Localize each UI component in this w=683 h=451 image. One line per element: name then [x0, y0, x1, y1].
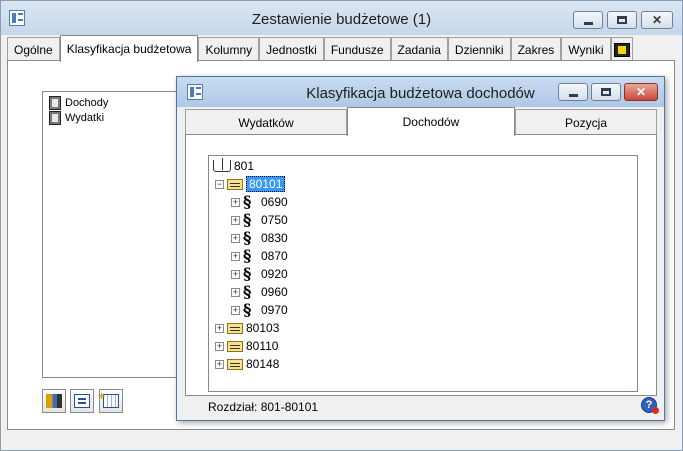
film-icon	[613, 42, 630, 57]
tab-dochodow[interactable]: Dochodów	[347, 107, 515, 136]
expand-icon[interactable]: +	[231, 287, 240, 297]
list-item-label: Dochody	[65, 97, 109, 109]
tab-pozycja[interactable]: Pozycja	[515, 109, 657, 135]
chapter-icon	[227, 358, 243, 370]
tab-wydatkow[interactable]: Wydatków	[185, 109, 347, 135]
chapter-icon	[227, 178, 243, 190]
chapter-icon	[227, 322, 243, 334]
tree-node-child[interactable]: + § 0750	[231, 211, 288, 229]
tree-node-child[interactable]: + § 0830	[231, 229, 288, 247]
book-icon	[49, 96, 61, 110]
list-item[interactable]: Dochody	[49, 95, 108, 111]
tab-ogolne[interactable]: Ogólne	[7, 37, 60, 61]
tree-node-sibling[interactable]: +80148	[215, 355, 279, 373]
tab-fundusze[interactable]: Fundusze	[323, 37, 391, 61]
tree-node-sibling[interactable]: +80103	[215, 319, 279, 337]
tree-node-child[interactable]: + § 0960	[231, 283, 288, 301]
dialog-minimize-button[interactable]	[558, 83, 588, 101]
paragraph-icon: §	[243, 246, 252, 265]
toolbar-button-3[interactable]	[98, 389, 123, 413]
tab-wyniki[interactable]: Wyniki	[561, 37, 611, 61]
expand-icon[interactable]: +	[231, 233, 240, 243]
tree-node-label: 0970	[261, 303, 288, 317]
tab-klasyfikacja-budzetowa[interactable]: Klasyfikacja budżetowa	[59, 35, 199, 62]
expand-icon[interactable]: +	[231, 305, 240, 315]
minimize-icon	[568, 93, 578, 97]
paragraph-icon: §	[243, 192, 252, 211]
tree-node-sibling[interactable]: +80110	[215, 337, 278, 355]
list-item[interactable]: Wydatki	[49, 110, 104, 126]
tree-node-label: 80148	[246, 357, 280, 371]
tab-zakres[interactable]: Zakres	[510, 37, 562, 61]
expand-icon[interactable]: +	[215, 359, 224, 369]
tab-dzienniki[interactable]: Dzienniki	[447, 37, 511, 61]
maximize-icon	[617, 16, 627, 24]
add-table-icon	[98, 389, 119, 408]
expand-icon[interactable]: +	[231, 251, 240, 261]
tree-node-label: 80101	[246, 176, 286, 192]
status-text: Rozdział: 801-80101	[208, 400, 319, 414]
tree-node-label: 0960	[261, 285, 288, 299]
tree-node-label: 801	[234, 159, 255, 173]
maximize-button[interactable]	[607, 11, 637, 29]
dialog-maximize-button[interactable]	[591, 83, 621, 101]
dialog-window: Klasyfikacja budżetowa dochodów ✕ Wydatk…	[176, 76, 665, 421]
tree-node-label: 0830	[261, 231, 288, 245]
chapter-icon	[227, 340, 243, 352]
tree-node-child[interactable]: + § 0870	[231, 247, 288, 265]
list-item-label: Wydatki	[65, 112, 105, 124]
list-settings-icon	[74, 394, 90, 408]
tools-icon	[46, 394, 62, 408]
expand-icon[interactable]: +	[215, 323, 224, 333]
dialog-tab-strip: Wydatków Dochodów Pozycja	[185, 107, 657, 136]
tree-node-selected[interactable]: − 80101	[215, 175, 286, 193]
tree-node-label: 0750	[261, 213, 288, 227]
minimize-icon	[583, 21, 593, 25]
tree-node-child[interactable]: + § 0690	[231, 193, 288, 211]
paragraph-icon: §	[243, 264, 252, 283]
tree-node-label: 0920	[261, 267, 288, 281]
close-button[interactable]: ✕	[641, 11, 673, 29]
paragraph-icon: §	[243, 228, 252, 247]
toolbar-button-1[interactable]	[42, 389, 66, 413]
tab-kolumny[interactable]: Kolumny	[198, 37, 260, 61]
close-icon: ✕	[651, 13, 663, 27]
main-tab-strip: Ogólne Klasyfikacja budżetowa Kolumny Je…	[7, 35, 633, 62]
tree-node-child[interactable]: + § 0920	[231, 265, 288, 283]
tree-node-label: 0870	[261, 249, 288, 263]
expand-icon[interactable]: +	[231, 215, 240, 225]
maximize-icon	[601, 88, 611, 96]
minimize-button[interactable]	[573, 11, 603, 29]
classification-tree[interactable]: 801 − 80101 + § 0690 + § 0750 + § 0830 + § 0870 …	[208, 155, 638, 392]
expand-icon[interactable]: +	[231, 197, 240, 207]
book-icon	[49, 111, 61, 125]
dialog-tab-page: 801 − 80101 + § 0690 + § 0750 + § 0830 + § 0870 …	[185, 134, 657, 396]
paragraph-icon: §	[243, 282, 252, 301]
paragraph-icon: §	[243, 300, 252, 319]
tab-zadania[interactable]: Zadania	[390, 37, 448, 61]
expand-icon[interactable]: +	[231, 269, 240, 279]
tab-film[interactable]	[610, 37, 633, 61]
close-icon: ✕	[635, 85, 647, 99]
collapse-icon[interactable]: −	[215, 179, 224, 189]
dialog-close-button[interactable]: ✕	[624, 83, 658, 101]
toolbar-button-2[interactable]	[70, 389, 94, 413]
tree-node-label: 80110	[246, 339, 279, 353]
help-icon[interactable]: ?	[641, 397, 659, 414]
main-titlebar[interactable]: Zestawienie budżetowe (1) ✕	[1, 1, 682, 35]
paragraph-icon: §	[243, 210, 252, 229]
expand-icon[interactable]: +	[215, 341, 224, 351]
tree-node-child[interactable]: + § 0970	[231, 301, 288, 319]
tree-node-label: 0690	[261, 195, 288, 209]
open-book-icon	[213, 158, 231, 172]
tree-node-root[interactable]: 801	[213, 157, 254, 175]
tab-jednostki[interactable]: Jednostki	[259, 37, 324, 61]
dialog-titlebar[interactable]: Klasyfikacja budżetowa dochodów ✕	[177, 77, 664, 107]
tree-node-label: 80103	[246, 321, 280, 335]
